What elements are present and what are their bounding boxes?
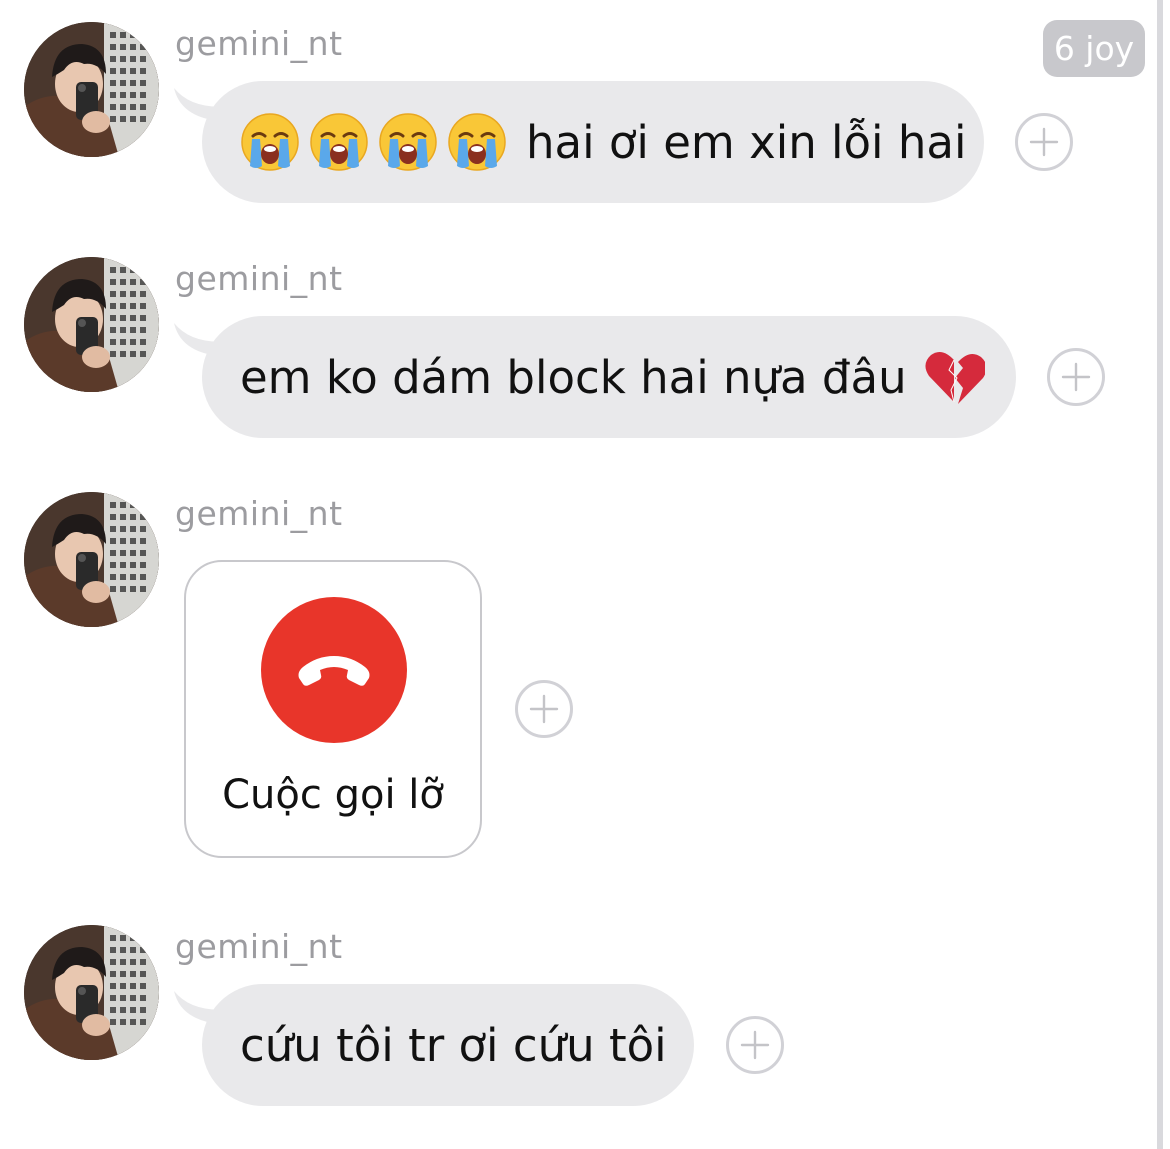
loudly-crying-face-icon <box>309 112 369 172</box>
add-reaction-button[interactable] <box>1047 348 1105 406</box>
message-bubble[interactable]: cứu tôi tr ơi cứu tôi <box>202 984 694 1106</box>
plus-icon <box>1061 362 1091 392</box>
sender-username: gemini_nt <box>175 494 343 533</box>
add-reaction-button[interactable] <box>515 680 573 738</box>
message-bubble[interactable]: hai ơi em xin lỗi hai <box>202 81 984 203</box>
sender-username: gemini_nt <box>175 259 343 298</box>
hang-up-phone-icon <box>298 656 370 686</box>
sender-username: gemini_nt <box>175 927 343 966</box>
plus-icon <box>529 694 559 724</box>
chat-thread: 6 joy gemini_nt hai ơi em xin lỗi hai ge… <box>0 0 1170 1149</box>
message-text: cứu tôi tr ơi cứu tôi <box>240 1018 667 1072</box>
scrollbar[interactable] <box>1157 0 1163 1149</box>
message-bubble[interactable]: em ko dám block hai nựa đâu <box>202 316 1016 438</box>
timestamp-badge: 6 joy <box>1043 20 1145 77</box>
plus-icon <box>740 1030 770 1060</box>
add-reaction-button[interactable] <box>1015 113 1073 171</box>
missed-call-button[interactable] <box>261 597 407 743</box>
avatar[interactable] <box>24 22 159 157</box>
plus-icon <box>1029 127 1059 157</box>
loudly-crying-face-icon <box>447 112 507 172</box>
add-reaction-button[interactable] <box>726 1016 784 1074</box>
avatar[interactable] <box>24 257 159 392</box>
loudly-crying-face-icon <box>378 112 438 172</box>
message-text: em ko dám block hai nựa đâu <box>240 350 907 404</box>
broken-heart-icon <box>923 346 985 408</box>
sender-username: gemini_nt <box>175 24 343 63</box>
missed-call-card[interactable]: Cuộc gọi lỡ <box>184 560 482 858</box>
missed-call-label: Cuộc gọi lỡ <box>222 772 444 818</box>
message-text: hai ơi em xin lỗi hai <box>526 115 967 169</box>
avatar[interactable] <box>24 492 159 627</box>
avatar[interactable] <box>24 925 159 1060</box>
loudly-crying-face-icon <box>240 112 300 172</box>
